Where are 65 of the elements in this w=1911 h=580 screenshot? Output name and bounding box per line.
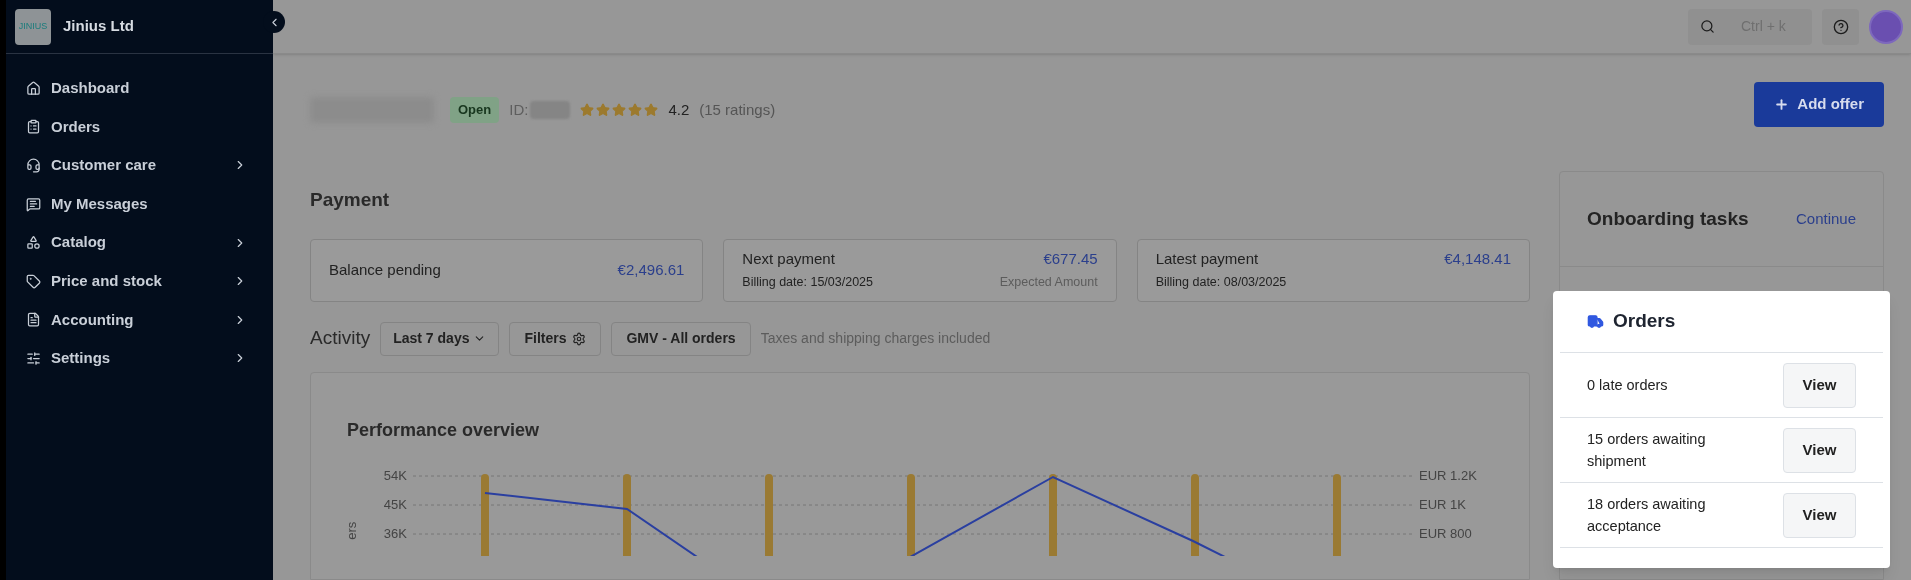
company-name: Jinius Ltd bbox=[63, 16, 134, 37]
metric-button[interactable]: GMV - All orders bbox=[611, 321, 751, 356]
status-badge: Open bbox=[450, 97, 500, 123]
order-status-text: 18 orders awaiting acceptance bbox=[1587, 495, 1707, 536]
rating-value: 4.2 bbox=[668, 99, 690, 120]
view-button[interactable]: View bbox=[1783, 362, 1856, 408]
order-status-text: 15 orders awaiting shipment bbox=[1587, 430, 1707, 471]
axis-tick: EUR 1.2K bbox=[1419, 466, 1477, 485]
axis-tick: 45K bbox=[383, 495, 407, 514]
sidebar-item[interactable]: Settings bbox=[6, 339, 273, 378]
message-icon bbox=[26, 196, 41, 212]
billing-date: Billing date: 08/03/2025 bbox=[1155, 274, 1287, 292]
activity-heading: Activity bbox=[310, 326, 371, 351]
payment-heading: Payment bbox=[310, 188, 391, 212]
help-button[interactable] bbox=[1822, 8, 1859, 45]
axis-tick: EUR 1K bbox=[1419, 495, 1467, 514]
billing-date: Billing date: 15/03/2025 bbox=[742, 274, 873, 292]
star-icon bbox=[580, 103, 595, 117]
help-icon bbox=[1832, 18, 1849, 35]
payment-title: Balance pending bbox=[329, 259, 441, 280]
star-icon bbox=[628, 103, 643, 117]
payment-amount: €2,496.61 bbox=[617, 259, 685, 280]
amount-note: Expected Amount bbox=[999, 274, 1098, 292]
gear-icon bbox=[572, 331, 587, 346]
filters-button[interactable]: Filters bbox=[509, 321, 602, 356]
sidebar-item[interactable]: Orders bbox=[6, 107, 273, 147]
clipboard-icon bbox=[26, 119, 41, 135]
search-icon bbox=[1700, 19, 1715, 34]
payment-title: Latest payment bbox=[1155, 248, 1259, 269]
star-icon bbox=[644, 103, 659, 117]
taxes-note: Taxes and shipping charges included bbox=[760, 329, 991, 348]
home-icon bbox=[26, 80, 41, 96]
order-status-text: 0 late orders bbox=[1587, 376, 1669, 395]
axis-tick: 54K bbox=[383, 466, 407, 485]
sliders-icon bbox=[26, 350, 41, 366]
sidebar-item[interactable]: Accounting bbox=[6, 300, 273, 340]
document-icon bbox=[26, 312, 41, 328]
axis-label: ers bbox=[343, 521, 361, 540]
star-icon bbox=[596, 103, 611, 117]
view-button[interactable]: View bbox=[1783, 492, 1856, 538]
sidebar-item[interactable]: Dashboard bbox=[6, 69, 273, 108]
truck-icon bbox=[1587, 313, 1604, 330]
onboarding-title: Onboarding tasks bbox=[1587, 206, 1749, 231]
chart-title: Performance overview bbox=[347, 418, 541, 442]
view-button[interactable]: View bbox=[1783, 427, 1856, 473]
payment-title: Next payment bbox=[742, 248, 835, 269]
plus-icon bbox=[1774, 96, 1790, 112]
add-offer-button[interactable]: Add offer bbox=[1754, 81, 1884, 127]
tag-icon bbox=[26, 273, 41, 289]
axis-tick: EUR 800 bbox=[1419, 524, 1473, 543]
axis-tick: 36K bbox=[383, 524, 407, 543]
ratings-count: (15 ratings) bbox=[699, 99, 776, 120]
company-logo: JINIUS bbox=[15, 8, 51, 45]
sidebar-item[interactable]: Price and stock bbox=[6, 261, 273, 301]
headset-icon bbox=[26, 158, 41, 173]
sidebar-item[interactable]: My Messages bbox=[6, 184, 273, 224]
orders-title: Orders bbox=[1613, 309, 1676, 334]
payment-amount: €4,148.41 bbox=[1444, 248, 1511, 269]
sidebar-item[interactable]: Catalog bbox=[6, 223, 273, 262]
payment-amount: €677.45 bbox=[1043, 248, 1098, 269]
period-dropdown[interactable]: Last 7 days bbox=[380, 321, 500, 356]
shapes-icon bbox=[26, 235, 41, 251]
star-icon bbox=[612, 103, 627, 117]
sidebar-item[interactable]: Customer care bbox=[6, 146, 273, 185]
id-label: ID: bbox=[509, 99, 529, 120]
